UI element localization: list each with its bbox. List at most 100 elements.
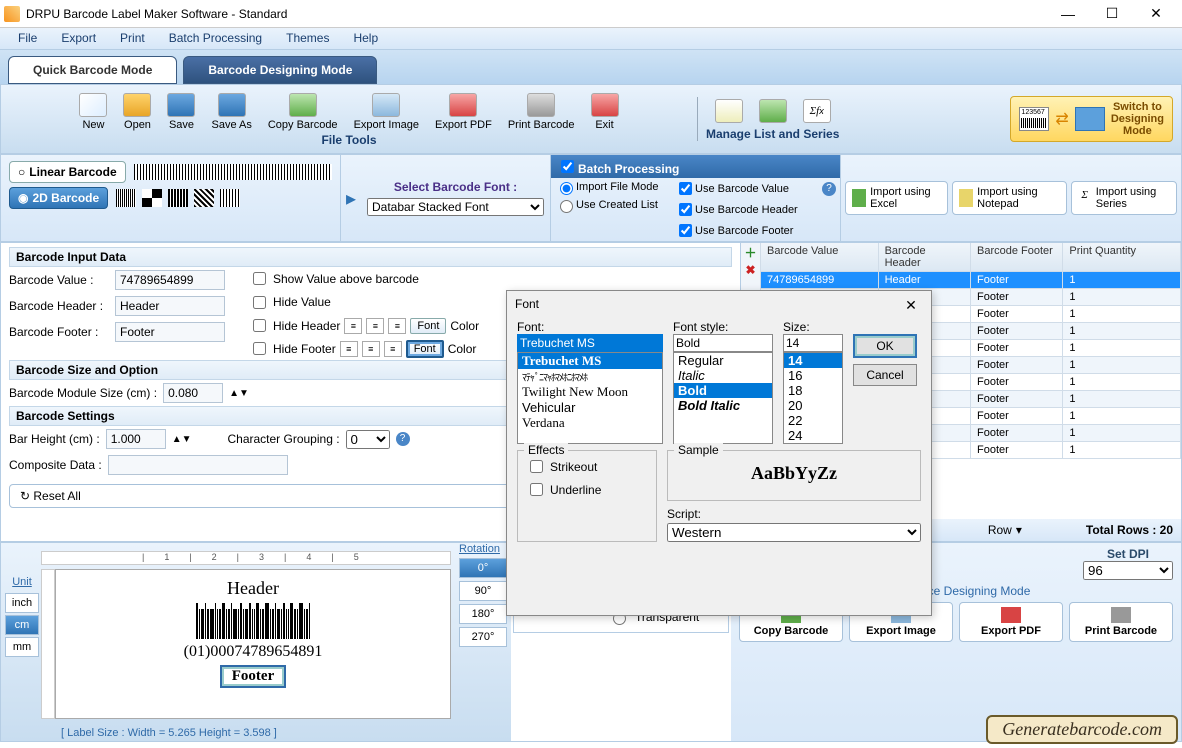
strikeout-check[interactable] [530, 460, 543, 473]
barcode-value-input[interactable] [115, 270, 225, 290]
align-left-icon[interactable]: ≡ [344, 318, 362, 334]
preview-header: Header [76, 578, 430, 599]
align-right-icon[interactable]: ≡ [388, 318, 406, 334]
maximize-button[interactable]: ☐ [1090, 0, 1134, 28]
new-button[interactable]: New [71, 91, 115, 133]
char-group-select[interactable]: 0 [346, 430, 390, 449]
table-row[interactable]: 74789654899HeaderFooter1 [761, 272, 1181, 289]
composite-input[interactable] [108, 455, 288, 475]
total-rows-label: Total Rows : 20 [1086, 523, 1173, 537]
help-icon[interactable]: ? [396, 432, 410, 446]
menu-themes[interactable]: Themes [274, 28, 341, 49]
close-button[interactable]: ✕ [1134, 0, 1178, 28]
print-barcode-button[interactable]: Print Barcode [500, 91, 583, 133]
use-created-radio[interactable] [560, 200, 573, 213]
export-image-button[interactable]: Export Image [346, 91, 427, 133]
add-row-button[interactable]: ＋ [741, 243, 760, 261]
font-sample: AaBbYyZz [676, 455, 912, 492]
export-pdf-button[interactable]: Export PDF [427, 91, 500, 133]
save-button[interactable]: Save [159, 91, 203, 133]
font-footer-button[interactable]: Font [406, 340, 444, 358]
tab-quick[interactable]: Quick Barcode Mode [8, 56, 177, 84]
tab-design[interactable]: Barcode Designing Mode [183, 56, 377, 84]
switch-mode-button[interactable]: 123567 ⇄ Switch toDesigningMode [1010, 96, 1173, 142]
menu-batch[interactable]: Batch Processing [157, 28, 274, 49]
hide-footer-check[interactable] [253, 342, 266, 355]
hide-value-check[interactable] [253, 296, 266, 309]
titlebar: DRPU Barcode Label Maker Software - Stan… [0, 0, 1182, 28]
rot-90[interactable]: 90° [459, 581, 507, 601]
menu-file[interactable]: File [6, 28, 49, 49]
show-above-check[interactable] [253, 272, 266, 285]
mode-tabs: Quick Barcode Mode Barcode Designing Mod… [0, 50, 1182, 84]
style-list[interactable]: Regular Italic Bold Bold Italic [673, 352, 773, 444]
import-excel-button[interactable]: Import using Excel [845, 181, 948, 215]
unit-inch[interactable]: inch [5, 593, 39, 613]
rot-270[interactable]: 270° [459, 627, 507, 647]
font-dialog: Font✕ Font: Trebuchet MS ﾏﾃｬﾟﾆﾏｬﾎﾏﾒﾎﾆﾎﾏﾒ… [506, 290, 932, 616]
rot-180[interactable]: 180° [459, 604, 507, 624]
bar-height-input[interactable] [106, 429, 166, 449]
font-name-input[interactable] [517, 334, 663, 352]
2d-barcode-radio[interactable]: ◉2D Barcode [9, 187, 108, 209]
arrow-right-icon: ▸ [341, 155, 361, 241]
select-font-label: Select Barcode Font : [394, 180, 517, 194]
import-file-radio[interactable] [560, 182, 573, 195]
menu-export[interactable]: Export [49, 28, 108, 49]
barcode-header-input[interactable] [115, 296, 225, 316]
hide-header-check[interactable] [253, 319, 266, 332]
underline-check[interactable] [530, 483, 543, 496]
menu-help[interactable]: Help [341, 28, 390, 49]
font-cancel-button[interactable]: Cancel [853, 364, 917, 386]
app-icon [4, 6, 20, 22]
preview-code: (01)00074789654891 [76, 643, 430, 661]
batch-checkbox[interactable] [561, 160, 574, 173]
module-size-input[interactable] [163, 383, 223, 403]
series-list-button[interactable]: Σfx [795, 97, 839, 127]
align-center2-icon[interactable]: ≡ [362, 341, 380, 357]
align-right2-icon[interactable]: ≡ [384, 341, 402, 357]
saveas-button[interactable]: Save As [203, 91, 259, 133]
script-select[interactable]: Western [667, 523, 921, 542]
label-size-text: [ Label Size : Width = 5.265 Height = 3.… [61, 727, 277, 739]
import-notepad-button[interactable]: Import using Notepad [952, 181, 1067, 215]
barcode-graphic [76, 603, 430, 639]
font-dialog-title: Font [515, 297, 899, 314]
use-header-check[interactable] [679, 203, 692, 216]
edit-list-button[interactable] [707, 97, 751, 127]
align-center-icon[interactable]: ≡ [366, 318, 384, 334]
excel-list-button[interactable] [751, 97, 795, 127]
exit-button[interactable]: Exit [583, 91, 627, 133]
align-left2-icon[interactable]: ≡ [340, 341, 358, 357]
font-header-button[interactable]: Font [410, 318, 446, 334]
barcode-font-select[interactable]: Databar Stacked Font [367, 198, 544, 216]
linear-barcode-radio[interactable]: ○Linear Barcode [9, 161, 126, 183]
toolbar: New Open Save Save As Copy Barcode Expor… [0, 84, 1182, 154]
font-style-input[interactable] [673, 334, 773, 352]
font-ok-button[interactable]: OK [853, 334, 917, 358]
unit-label: Unit [5, 573, 39, 591]
rot-0[interactable]: 0° [459, 558, 507, 578]
menubar: File Export Print Batch Processing Theme… [0, 28, 1182, 50]
help-icon[interactable]: ? [822, 182, 836, 196]
font-dialog-close[interactable]: ✕ [899, 297, 923, 314]
input-section-header: Barcode Input Data [9, 247, 732, 267]
unit-mm[interactable]: mm [5, 637, 39, 657]
use-footer-check[interactable] [679, 224, 692, 237]
unit-cm[interactable]: cm [5, 615, 39, 635]
size-list[interactable]: 14 1618 2022 2426 [783, 352, 843, 444]
import-series-button[interactable]: ΣImport using Series [1071, 181, 1177, 215]
minimize-button[interactable]: — [1046, 0, 1090, 28]
open-button[interactable]: Open [115, 91, 159, 133]
barcode-canvas: |1|2|3|4|5 Header (01)00074789654891 Foo… [1, 543, 511, 741]
font-size-input[interactable] [783, 334, 843, 352]
export-pdf-action[interactable]: Export PDF [959, 602, 1063, 642]
print-barcode-action[interactable]: Print Barcode [1069, 602, 1173, 642]
font-list[interactable]: Trebuchet MS ﾏﾃｬﾟﾆﾏｬﾎﾏﾒﾎﾆﾎﾏﾒﾎ Twilight N… [517, 352, 663, 444]
barcode-footer-input[interactable] [115, 322, 225, 342]
dpi-select[interactable]: 96 [1083, 561, 1173, 580]
use-value-check[interactable] [679, 182, 692, 195]
menu-print[interactable]: Print [108, 28, 157, 49]
copy-barcode-button[interactable]: Copy Barcode [260, 91, 346, 133]
remove-row-button[interactable]: ✖ [741, 261, 760, 279]
